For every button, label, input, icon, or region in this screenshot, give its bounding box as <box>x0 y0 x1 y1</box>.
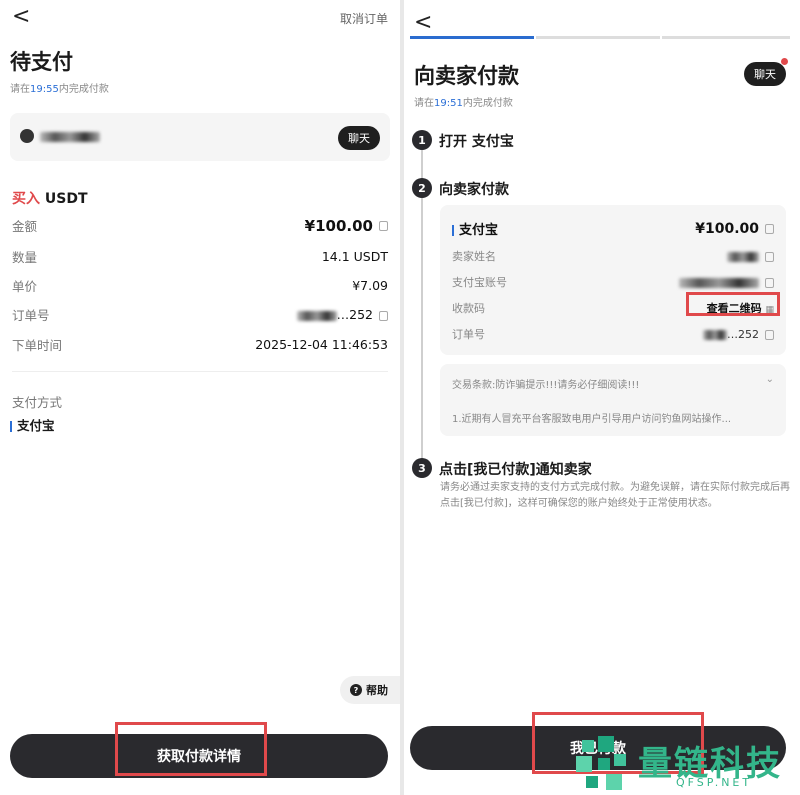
order-id-row: 订单号 …252 <box>12 305 388 324</box>
page-title: 向卖家付款 <box>414 64 519 88</box>
watermark-logo <box>576 736 632 792</box>
back-icon[interactable]: < <box>414 10 432 35</box>
account-row: 支付宝账号 <box>452 274 774 290</box>
copy-icon[interactable] <box>765 251 774 262</box>
chat-button[interactable]: 聊天 <box>338 126 380 150</box>
seller-name-row: 卖家姓名 <box>452 248 774 264</box>
cancel-order-link[interactable]: 取消订单 <box>340 10 388 27</box>
step-3-number: 3 <box>412 458 432 478</box>
seller-name-redacted <box>40 132 100 142</box>
help-icon: ? <box>350 684 362 696</box>
chevron-down-icon[interactable]: ⌄ <box>766 374 774 385</box>
step-3-title: 点击[我已付款]通知卖家 <box>439 462 592 478</box>
order-id-row: 订单号 …252 <box>452 326 774 342</box>
countdown: 请在19:55内完成付款 <box>10 84 109 95</box>
payment-method-value: 支付宝 <box>10 415 55 434</box>
chat-button[interactable]: 聊天 <box>744 62 786 86</box>
terms-title: 交易条款:防诈骗提示!!!请务必仔细阅读!!! <box>452 380 640 391</box>
copy-icon[interactable] <box>379 310 388 321</box>
trade-heading: 买入 USDT <box>12 191 88 207</box>
watermark-sub: QFSP.NET <box>676 776 753 789</box>
step-1-title: 打开 支付宝 <box>439 134 514 150</box>
order-time-row: 下单时间 2025-12-04 11:46:53 <box>12 337 388 353</box>
card-header-row: 支付宝 ¥100.00 <box>452 219 774 238</box>
progress-step-2 <box>536 36 660 39</box>
terms-body: 1.近期有人冒充平台客服致电用户引导用户访问钓鱼网站操作... <box>452 414 732 425</box>
copy-icon[interactable] <box>379 221 388 231</box>
right-screen: < 向卖家付款 聊天 请在19:51内完成付款 1 打开 支付宝 2 向卖家付款… <box>404 0 800 795</box>
highlight-box <box>115 722 267 776</box>
copy-icon[interactable] <box>765 223 774 234</box>
progress-step-3 <box>662 36 790 39</box>
seller-card: 聊天 <box>10 113 390 161</box>
countdown: 请在19:51内完成付款 <box>414 98 513 109</box>
amount-row: 金额 ¥100.00 <box>12 216 388 235</box>
back-icon[interactable]: < <box>12 4 30 29</box>
highlight-box <box>686 292 780 316</box>
notification-dot <box>781 58 788 65</box>
step-2-number: 2 <box>412 178 432 198</box>
help-button[interactable]: ? 帮助 <box>340 676 400 704</box>
payment-method-label: 支付方式 <box>12 395 63 410</box>
progress-step-1 <box>410 36 534 39</box>
terms-card[interactable]: 交易条款:防诈骗提示!!!请务必仔细阅读!!! ⌄ 1.近期有人冒充平台客服致电… <box>440 364 786 436</box>
avatar <box>20 129 34 143</box>
price-row: 单价 ¥7.09 <box>12 278 388 294</box>
divider <box>12 371 388 372</box>
left-screen: < 取消订单 待支付 请在19:55内完成付款 聊天 买入 USDT 金额 ¥1… <box>0 0 400 795</box>
countdown-time: 19:51 <box>434 98 463 109</box>
payment-info-card: 支付宝 ¥100.00 卖家姓名 支付宝账号 收款码 查看二维码 ▦ 订单号 …… <box>440 205 786 355</box>
countdown-time: 19:55 <box>30 84 59 95</box>
step-3-description: 请务必通过卖家支持的支付方式完成付款。为避免误解，请在实际付款完成后再点击[我已… <box>440 482 790 509</box>
quantity-row: 数量 14.1 USDT <box>12 249 388 265</box>
step-2-title: 向卖家付款 <box>439 182 509 198</box>
step-1-number: 1 <box>412 130 432 150</box>
copy-icon[interactable] <box>765 329 774 340</box>
page-title: 待支付 <box>10 50 73 74</box>
copy-icon[interactable] <box>765 277 774 288</box>
